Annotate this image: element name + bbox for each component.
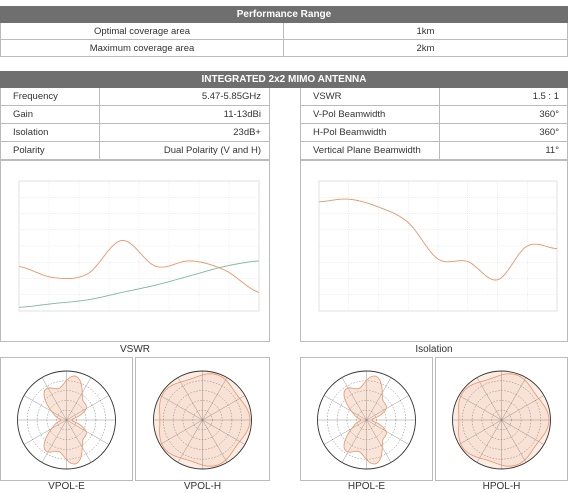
spec-value: 11° <box>440 142 568 160</box>
spec-row-polarity: Polarity Dual Polarity (V and H) <box>0 142 270 160</box>
vpol-e-pattern <box>17 370 116 470</box>
spec-row-gain: Gain 11-13dBi <box>0 106 270 124</box>
pattern-caption-vpol-e: VPOL-E <box>48 481 85 492</box>
performance-row-value: 2km <box>284 40 568 57</box>
spec-value: Dual Polarity (V and H) <box>100 142 270 160</box>
vswr-plot-area <box>18 180 260 312</box>
spec-label: V-Pol Beamwidth <box>300 106 440 124</box>
antenna-header: INTEGRATED 2x2 MIMO ANTENNA <box>0 71 568 88</box>
spec-value: 5.47-5.85GHz <box>100 88 270 106</box>
spec-label: Gain <box>0 106 100 124</box>
vpol-h-pattern <box>153 370 252 470</box>
polar-panel-vpol-h <box>135 357 270 481</box>
spec-value: 23dB+ <box>100 124 270 142</box>
isolation-caption: Isolation <box>415 344 453 355</box>
spec-row-isolation: Isolation 23dB+ <box>0 124 270 142</box>
spec-row-frequency: Frequency 5.47-5.85GHz <box>0 88 270 106</box>
performance-row-label: Optimal coverage area <box>0 23 284 40</box>
vswr-chart-panel <box>0 160 270 342</box>
performance-range-header: Performance Range <box>0 6 568 23</box>
spec-row-vertical-beamwidth: Vertical Plane Beamwidth 11° <box>300 142 568 160</box>
spec-label: Polarity <box>0 142 100 160</box>
spec-label: Isolation <box>0 124 100 142</box>
polar-panel-hpol-e <box>300 357 433 481</box>
spec-label: VSWR <box>300 88 440 106</box>
performance-row: Maximum coverage area 2km <box>0 40 568 57</box>
spec-value: 360° <box>440 124 568 142</box>
hpol-h-pattern <box>452 370 551 470</box>
isolation-chart-panel <box>300 160 568 342</box>
spec-value: 1.5 : 1 <box>440 88 568 106</box>
performance-row-value: 1km <box>284 23 568 40</box>
spec-label: Vertical Plane Beamwidth <box>300 142 440 160</box>
spec-row-vswr: VSWR 1.5 : 1 <box>300 88 568 106</box>
spec-value: 360° <box>440 106 568 124</box>
polar-panel-vpol-e <box>0 357 133 481</box>
pattern-caption-vpol-h: VPOL-H <box>183 481 222 492</box>
hpol-e-pattern <box>317 370 416 470</box>
spec-row-hpol-beamwidth: H-Pol Beamwidth 360° <box>300 124 568 142</box>
spec-value: 11-13dBi <box>100 106 270 124</box>
pattern-caption-hpol-e: HPOL-E <box>347 481 386 492</box>
polar-panel-hpol-h <box>435 357 568 481</box>
isolation-chart <box>318 180 558 312</box>
vswr-caption: VSWR <box>120 344 150 355</box>
performance-row-label: Maximum coverage area <box>0 40 284 57</box>
performance-row: Optimal coverage area 1km <box>0 23 568 40</box>
spec-label: H-Pol Beamwidth <box>300 124 440 142</box>
vswr-chart <box>18 180 260 312</box>
spec-label: Frequency <box>0 88 100 106</box>
spec-row-vpol-beamwidth: V-Pol Beamwidth 360° <box>300 106 568 124</box>
pattern-caption-hpol-h: HPOL-H <box>482 481 521 492</box>
